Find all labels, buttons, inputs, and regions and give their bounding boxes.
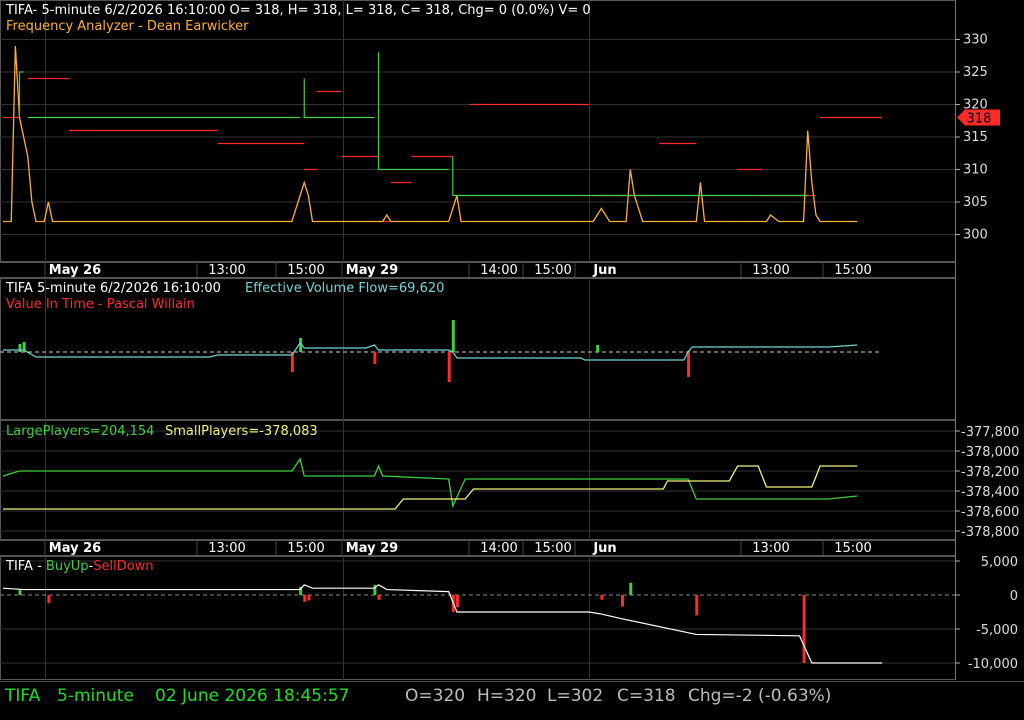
series-line-green	[303, 78, 375, 119]
x-tick-label: May 29	[346, 263, 398, 278]
y-tick-label: -378,200	[961, 465, 1019, 480]
buyup-header-buy: BuyUp	[46, 559, 89, 574]
x-tick-label: May 26	[49, 541, 101, 556]
evf-histogram-bar	[687, 352, 691, 377]
small-players-label: SmallPlayers=-378,083	[165, 424, 318, 439]
buyup-header: TIFA - BuyUp-SellDown	[5, 559, 154, 574]
buyup-histogram-bar	[695, 595, 699, 616]
status-low: L=302	[547, 686, 604, 706]
status-close: C=318	[617, 686, 676, 706]
y-tick-label: -378,600	[961, 505, 1019, 520]
y-tick-label: -377,800	[961, 425, 1019, 440]
series-line-green	[377, 52, 449, 171]
status-change: Chg=-2 (-0.63%)	[688, 686, 832, 706]
x-tick-label: 13:00	[752, 541, 789, 556]
y-tick-label: 305	[963, 195, 988, 210]
status-open: O=320	[405, 686, 466, 706]
y-tick-label: -378,800	[961, 525, 1019, 540]
buyup-histogram-bar	[455, 595, 459, 608]
current-price-tag-label: 318	[967, 112, 992, 127]
x-tick-label: May 29	[346, 541, 398, 556]
evf-histogram-bar	[18, 344, 22, 352]
x-tick-label: 15:00	[287, 263, 324, 278]
evf-histogram-bar	[596, 345, 600, 352]
main-indicator-label: Frequency Analyzer - Dean Earwicker	[6, 19, 249, 34]
buyup-histogram-bar	[303, 595, 307, 602]
x-tick-label: 15:00	[287, 541, 324, 556]
buyup-header-prefix: TIFA -	[5, 559, 46, 574]
y-tick-label: -5,000	[976, 623, 1018, 638]
y-tick-label: 5,000	[981, 555, 1018, 570]
y-tick-label: -10,000	[968, 657, 1018, 672]
evf-header-right: Effective Volume Flow=69,620	[245, 281, 444, 296]
status-symbol: TIFA	[5, 686, 41, 706]
chart-canvas: May 26 13:00 15:00 May 29 14:00 15:00 Jun 13:00…	[0, 0, 1024, 682]
buyup-histogram-bar	[621, 595, 625, 607]
x-tick-label: 15:00	[834, 541, 871, 556]
y-tick-label: -378,400	[961, 485, 1019, 500]
y-tick-label: -378,000	[961, 445, 1019, 460]
main-header: TIFA- 5-minute 6/2/2026 16:10:00 O= 318,…	[5, 3, 591, 18]
evf-header-left: TIFA 5-minute 6/2/2026 16:10:00	[5, 281, 221, 296]
x-tick-label: 15:00	[534, 541, 571, 556]
y-tick-label: 325	[963, 65, 988, 80]
status-interval: 5-minute	[57, 686, 134, 706]
x-axis-row-0	[0, 262, 955, 278]
y-tick-label: 0	[1010, 589, 1018, 604]
players-line-yellow	[3, 465, 858, 510]
buyup-header-sell: SellDown	[93, 559, 153, 574]
buyup-histogram-bar	[802, 595, 806, 663]
y-tick-label: 310	[963, 163, 988, 178]
status-datetime: 02 June 2026 18:45:57	[155, 686, 350, 706]
evf-histogram-bar	[447, 352, 451, 382]
panel-frame-buyup	[0, 556, 956, 680]
x-tick-label: 14:00	[480, 263, 517, 278]
buyup-line	[2, 584, 882, 664]
y-tick-label: 315	[963, 130, 988, 145]
status-bar: TIFA 5-minute 02 June 2026 18:45:57 O=32…	[0, 681, 1024, 720]
x-tick-label: Jun	[592, 263, 616, 278]
buyup-histogram-bar	[377, 595, 381, 600]
x-axis-row-1	[0, 540, 955, 556]
buyup-histogram-bar	[47, 595, 51, 604]
evf-histogram-bar	[373, 352, 377, 364]
x-tick-label: 13:00	[752, 263, 789, 278]
x-tick-label: 15:00	[534, 263, 571, 278]
status-high: H=320	[477, 686, 537, 706]
buyup-histogram-bar	[600, 595, 604, 600]
series-line-green	[18, 71, 24, 118]
buyup-histogram-bar	[629, 582, 633, 595]
x-tick-label: 13:00	[208, 263, 245, 278]
evf-indicator-label: Value In Time - Pascal Willain	[6, 297, 195, 312]
x-tick-label: 13:00	[208, 541, 245, 556]
x-tick-label: 14:00	[480, 541, 517, 556]
large-players-label: LargePlayers=204,154	[6, 424, 154, 439]
y-tick-label: 300	[963, 228, 988, 243]
evf-histogram-bar	[451, 320, 455, 352]
buyup-histogram-bar	[307, 595, 311, 601]
x-tick-label: Jun	[592, 541, 616, 556]
x-tick-label: 15:00	[834, 263, 871, 278]
y-tick-label: 330	[963, 33, 988, 48]
x-tick-label: May 26	[49, 263, 101, 278]
